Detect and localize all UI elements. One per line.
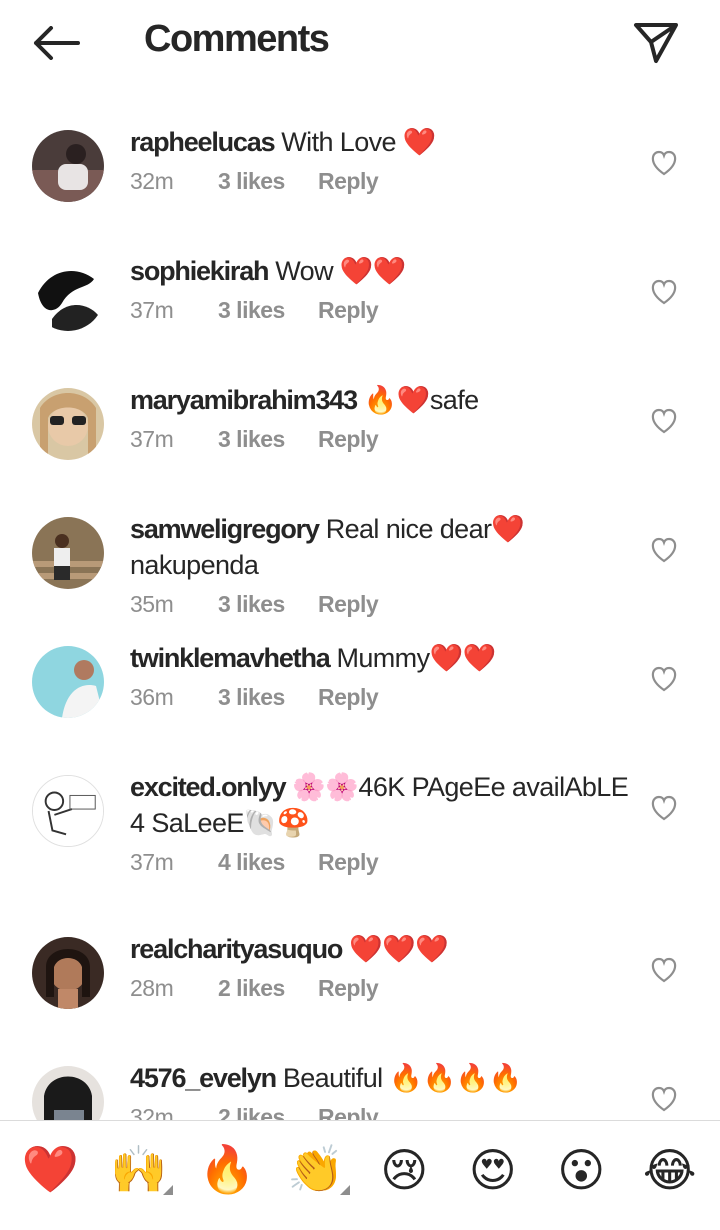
comment-text: Mummy❤️❤️: [329, 643, 496, 673]
avatar[interactable]: [32, 388, 104, 460]
comment-time: 28m: [130, 975, 174, 1001]
reply-button[interactable]: Reply: [318, 591, 379, 618]
avatar[interactable]: [32, 1066, 104, 1120]
emoji-clapping-hands-icon: 👏: [287, 1142, 345, 1196]
comment-likes[interactable]: 3 likes: [218, 426, 318, 453]
heart-outline-icon[interactable]: [650, 957, 678, 983]
heart-outline-icon[interactable]: [650, 666, 678, 692]
avatar[interactable]: [32, 517, 104, 589]
back-button[interactable]: [28, 20, 84, 66]
reply-button[interactable]: Reply: [318, 168, 379, 195]
comment-likes[interactable]: 2 likes: [218, 1104, 318, 1120]
reply-button[interactable]: Reply: [318, 849, 379, 876]
comment-likes[interactable]: 2 likes: [218, 975, 318, 1002]
comment-item: rapheelucas With Love ❤️ 32m 3 likes Rep…: [0, 100, 720, 229]
comment-list[interactable]: rapheelucas With Love ❤️ 32m 3 likes Rep…: [0, 100, 720, 1120]
reply-button[interactable]: Reply: [318, 297, 379, 324]
skin-tone-indicator-icon: [162, 1185, 173, 1195]
reply-button[interactable]: Reply: [318, 1104, 379, 1120]
emoji-clapping-hands-button[interactable]: 👏: [276, 1142, 356, 1197]
comment-item: twinklemavhetha Mummy❤️❤️ 36m 3 likes Re…: [0, 616, 720, 745]
skin-tone-indicator-icon: [339, 1185, 350, 1195]
page-title: Comments: [144, 18, 330, 60]
comment-time: 37m: [130, 297, 174, 323]
comment-item: 4576_evelyn Beautiful 🔥🔥🔥🔥 32m 2 likes R…: [0, 1036, 720, 1120]
reply-button[interactable]: Reply: [318, 426, 379, 453]
comment-text: ❤️❤️❤️: [342, 934, 449, 964]
comment-text: With Love ❤️: [274, 127, 436, 157]
comment-likes[interactable]: 4 likes: [218, 849, 318, 876]
emoji-fire-button[interactable]: 🔥: [187, 1142, 267, 1197]
paper-plane-icon: [634, 23, 678, 63]
comment-time: 35m: [130, 591, 174, 617]
comment-username[interactable]: sophiekirah: [130, 256, 270, 286]
comment-likes[interactable]: 3 likes: [218, 168, 318, 195]
comment-username[interactable]: maryamibrahim343: [130, 385, 358, 415]
comment-time: 32m: [130, 1104, 174, 1120]
avatar[interactable]: [32, 259, 104, 331]
heart-outline-icon[interactable]: [650, 408, 678, 434]
arrow-left-icon: [34, 26, 80, 60]
comment-text: Beautiful 🔥🔥🔥🔥: [275, 1063, 522, 1093]
comment-likes[interactable]: 3 likes: [218, 684, 318, 711]
reply-button[interactable]: Reply: [318, 975, 379, 1002]
comment-time: 32m: [130, 168, 174, 194]
comment-likes[interactable]: 3 likes: [218, 591, 318, 618]
comment-time: 36m: [130, 684, 174, 710]
avatar[interactable]: [32, 937, 104, 1009]
comment-username[interactable]: twinklemavhetha: [130, 643, 331, 673]
comment-item: realcharityasuquo ❤️❤️❤️ 28m 2 likes Rep…: [0, 907, 720, 1036]
quick-emoji-bar: ❤️ 🙌 🔥 👏 😢 😍 😮 😂: [0, 1120, 720, 1218]
share-button[interactable]: [630, 18, 682, 68]
comment-username[interactable]: excited.onlyy: [130, 772, 287, 802]
emoji-heart-eyes-button[interactable]: 😍: [453, 1143, 533, 1197]
emoji-tears-of-joy-button[interactable]: 😂: [630, 1143, 710, 1197]
comment-username[interactable]: rapheelucas: [130, 127, 276, 157]
comment-likes[interactable]: 3 likes: [218, 297, 318, 324]
emoji-red-heart-button[interactable]: ❤️: [10, 1142, 90, 1197]
comment-item: samweligregory Real nice dear❤️nakupenda…: [0, 487, 720, 618]
comment-item: sophiekirah Wow ❤️❤️ 37m 3 likes Reply: [0, 229, 720, 358]
heart-outline-icon[interactable]: [650, 537, 678, 563]
comment-text: 🔥❤️safe: [356, 385, 479, 415]
heart-outline-icon[interactable]: [650, 795, 678, 821]
comment-item: maryamibrahim343 🔥❤️safe 37m 3 likes Rep…: [0, 358, 720, 487]
emoji-raised-hands-button[interactable]: 🙌: [99, 1142, 179, 1197]
comment-time: 37m: [130, 426, 174, 452]
avatar[interactable]: [32, 775, 104, 847]
heart-outline-icon[interactable]: [650, 150, 678, 176]
avatar[interactable]: [32, 646, 104, 718]
comment-item: excited.onlyy 🌸🌸46K PAgeEe availAbLE 4 S…: [0, 745, 720, 907]
comment-username[interactable]: realcharityasuquo: [130, 934, 343, 964]
emoji-surprised-face-button[interactable]: 😮: [541, 1143, 621, 1197]
comment-username[interactable]: samweligregory: [130, 514, 320, 544]
avatar[interactable]: [32, 130, 104, 202]
heart-outline-icon[interactable]: [650, 279, 678, 305]
comment-time: 37m: [130, 849, 174, 875]
comment-username[interactable]: 4576_evelyn: [130, 1063, 277, 1093]
bottom-strip: [0, 1218, 720, 1230]
reply-button[interactable]: Reply: [318, 684, 379, 711]
emoji-crying-face-button[interactable]: 😢: [364, 1143, 444, 1197]
header-bar: Comments: [0, 0, 720, 88]
heart-outline-icon[interactable]: [650, 1086, 678, 1112]
comment-text: Wow ❤️❤️: [268, 256, 406, 286]
emoji-raised-hands-icon: 🙌: [110, 1142, 168, 1196]
